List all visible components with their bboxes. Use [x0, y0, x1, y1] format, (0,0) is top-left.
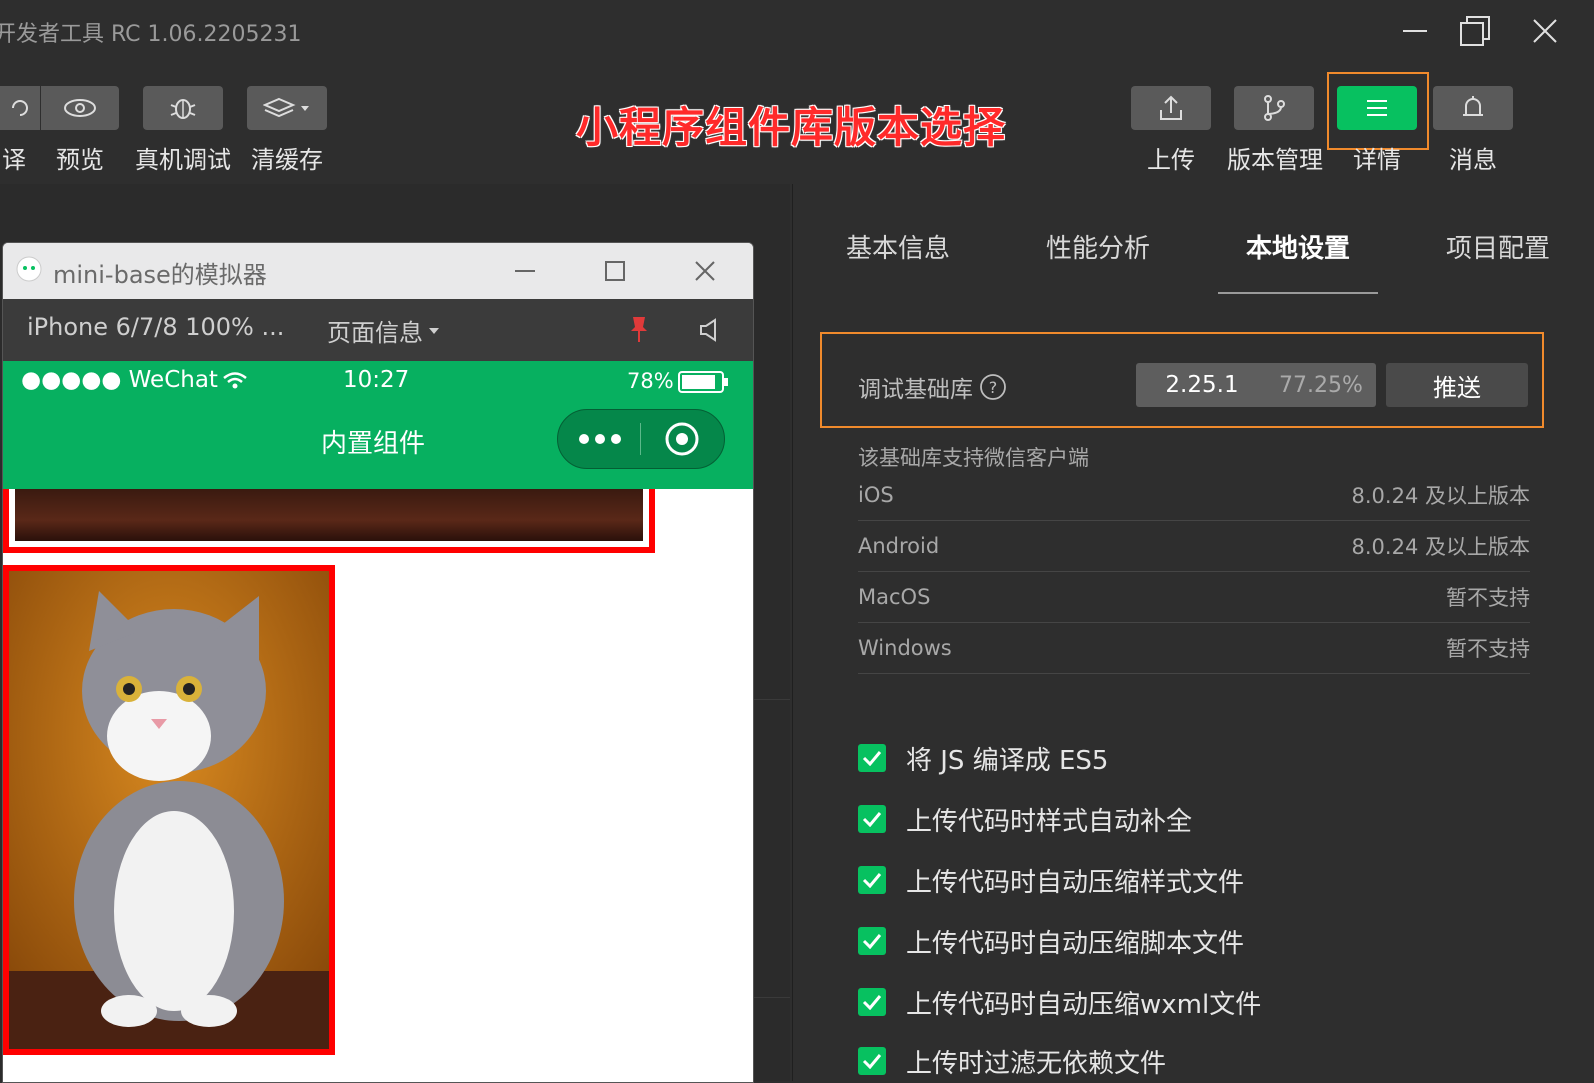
- close-icon: [1533, 19, 1557, 43]
- tab-project-config[interactable]: 项目配置: [1446, 228, 1550, 265]
- toolbar-label-preview: 预览: [56, 146, 104, 174]
- compile-icon: [12, 100, 28, 116]
- simulator-title-bar: mini-base的模拟器: [3, 243, 753, 299]
- tab-local-settings[interactable]: 本地设置: [1246, 228, 1350, 265]
- carrier-signal: ●●●●● WeChat: [21, 367, 248, 393]
- tab-performance[interactable]: 性能分析: [1046, 228, 1150, 265]
- capsule-menu[interactable]: [557, 409, 725, 469]
- checkbox-checked-icon[interactable]: [858, 744, 886, 772]
- debug-lib-label-group: 调试基础库 ?: [858, 370, 1007, 404]
- wechat-devtools-icon: [16, 256, 42, 282]
- toolbar-label-compile: 译: [2, 146, 26, 174]
- branch-icon: [1264, 95, 1285, 121]
- device-select[interactable]: iPhone 6/7/8 100% ...: [27, 313, 284, 341]
- close-button[interactable]: [1522, 10, 1568, 52]
- menu-icon: [1367, 100, 1387, 116]
- window-title: 开发者工具 RC 1.06.2205231: [0, 22, 302, 47]
- preview-button[interactable]: [41, 86, 119, 130]
- option-style-autoprefix[interactable]: 上传代码时样式自动补全: [858, 799, 1192, 839]
- compile-button[interactable]: [0, 86, 40, 130]
- remote-debug-button[interactable]: [143, 86, 223, 130]
- support-row-android: Android 8.0.24 及以上版本: [858, 521, 1530, 572]
- tab-basic-info[interactable]: 基本信息: [846, 228, 950, 265]
- toolbar-label-details: 详情: [1353, 146, 1401, 174]
- cat-photo: [9, 571, 329, 1049]
- layers-icon: [263, 97, 309, 118]
- debug-lib-coverage: 77.25%: [1279, 372, 1363, 398]
- battery-percent: 78%: [627, 369, 674, 393]
- toolbar-label-remote-debug: 真机调试: [135, 146, 231, 174]
- wood-image: [15, 489, 643, 541]
- debug-lib-version-select[interactable]: 2.25.1 77.25%: [1136, 363, 1376, 407]
- support-row-macos: MacOS 暂不支持: [858, 572, 1530, 623]
- toolbar-label-version-manage: 版本管理: [1227, 146, 1323, 174]
- image-frame-top: [3, 489, 655, 553]
- speaker-icon[interactable]: [697, 317, 723, 343]
- checkbox-checked-icon[interactable]: [858, 1047, 886, 1075]
- toolbar-label-clear-cache: 清缓存: [251, 146, 323, 174]
- help-icon[interactable]: ?: [979, 373, 1007, 401]
- option-minify-wxml[interactable]: 上传代码时自动压缩wxml文件: [858, 982, 1261, 1022]
- support-note: 该基础库支持微信客户端: [858, 446, 1089, 470]
- minimize-icon: [1403, 30, 1427, 32]
- simulator-window[interactable]: mini-base的模拟器 iPhone 6/7/8 100% ... 页面信息…: [2, 242, 754, 1083]
- checkbox-checked-icon[interactable]: [858, 866, 886, 894]
- page-info-dropdown[interactable]: 页面信息: [327, 313, 443, 348]
- support-row-windows: Windows 暂不支持: [858, 623, 1530, 674]
- pin-icon[interactable]: [627, 315, 651, 345]
- version-manage-button[interactable]: [1234, 86, 1314, 130]
- option-minify-script[interactable]: 上传代码时自动压缩脚本文件: [858, 921, 1244, 961]
- simulator-title: mini-base的模拟器: [53, 261, 267, 289]
- toolbar-label-upload: 上传: [1147, 146, 1195, 174]
- sim-close-icon[interactable]: [693, 259, 717, 283]
- push-button[interactable]: 推送: [1386, 363, 1528, 407]
- checkbox-checked-icon[interactable]: [858, 988, 886, 1016]
- toolbar-label-message: 消息: [1449, 146, 1497, 174]
- minimize-button[interactable]: [1392, 10, 1438, 52]
- sim-minimize-icon[interactable]: [513, 261, 537, 281]
- page-info-label: 页面信息: [327, 319, 423, 347]
- message-button[interactable]: [1433, 86, 1513, 130]
- option-filter-unused-files[interactable]: 上传时过滤无依赖文件: [858, 1041, 1166, 1081]
- upload-icon: [1160, 95, 1182, 120]
- debug-lib-version: 2.25.1: [1165, 372, 1239, 398]
- status-time: 10:27: [343, 367, 410, 393]
- bell-icon: [1463, 96, 1483, 116]
- bug-icon: [170, 99, 196, 119]
- clear-cache-button[interactable]: [247, 86, 327, 130]
- simulator-toolbar: iPhone 6/7/8 100% ... 页面信息: [3, 299, 753, 361]
- battery-icon: [678, 371, 728, 393]
- annotation-headline: 小程序组件库版本选择: [576, 103, 1007, 152]
- wifi-icon: [223, 372, 247, 389]
- restore-button[interactable]: [1452, 10, 1498, 52]
- option-compile-es5[interactable]: 将 JS 编译成 ES5: [858, 738, 1108, 778]
- details-button[interactable]: [1337, 86, 1417, 130]
- restore-icon: [1460, 16, 1490, 46]
- svg-text:?: ?: [989, 378, 998, 397]
- eye-icon: [64, 99, 96, 117]
- checkbox-checked-icon[interactable]: [858, 805, 886, 833]
- caret-down-icon: [429, 327, 439, 334]
- debug-lib-label: 调试基础库: [858, 377, 973, 403]
- option-minify-style[interactable]: 上传代码时自动压缩样式文件: [858, 860, 1244, 900]
- more-dots-icon[interactable]: [558, 410, 640, 468]
- sim-maximize-icon[interactable]: [603, 259, 627, 283]
- exit-circle-icon[interactable]: [641, 410, 723, 468]
- support-row-ios: iOS 8.0.24 及以上版本: [858, 470, 1530, 521]
- upload-button[interactable]: [1131, 86, 1211, 130]
- checkbox-checked-icon[interactable]: [858, 927, 886, 955]
- phone-status-and-nav: ●●●●● WeChat 10:27 78% 内置组件: [3, 361, 753, 489]
- active-tab-underline: [1218, 292, 1378, 294]
- image-frame-cat: [3, 565, 335, 1055]
